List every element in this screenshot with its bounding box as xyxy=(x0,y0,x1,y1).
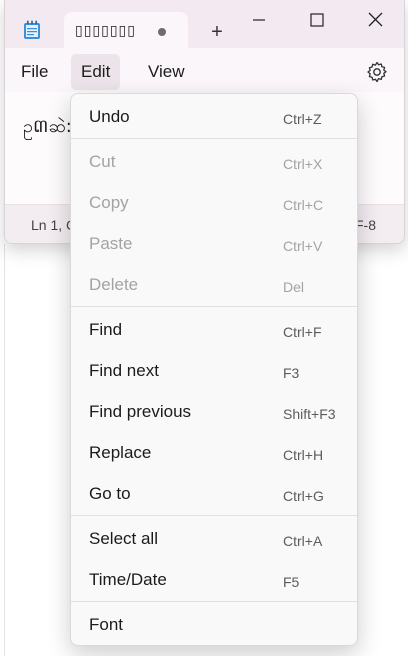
title-bar[interactable]: ▯▯▯▯▯▯▯ + xyxy=(5,0,404,50)
menu-item-font[interactable]: Font xyxy=(71,608,357,644)
encoding-indicator[interactable]: F-8 xyxy=(355,217,376,233)
menu-item-select-all[interactable]: Select all Ctrl+A xyxy=(71,522,357,558)
menu-bar: File Edit View xyxy=(5,50,404,92)
settings-gear-icon[interactable] xyxy=(365,60,389,84)
menu-item-find[interactable]: Find Ctrl+F xyxy=(71,313,357,349)
menu-item-replace[interactable]: Replace Ctrl+H xyxy=(71,436,357,472)
maximize-icon[interactable] xyxy=(295,8,339,32)
menu-item-shortcut: Ctrl+H xyxy=(283,447,324,463)
edit-menu-dropdown: Undo Ctrl+Z Cut Ctrl+X Copy Ctrl+C Paste… xyxy=(70,93,358,646)
menu-file[interactable]: File xyxy=(11,54,58,90)
menu-separator xyxy=(71,515,357,516)
menu-item-label: Paste xyxy=(89,234,133,253)
menu-item-paste[interactable]: Paste Ctrl+V xyxy=(71,227,357,263)
editor-content[interactable]: ဥ៣ဆဲ: xyxy=(23,114,72,141)
menu-item-label: Copy xyxy=(89,193,129,212)
minimize-icon[interactable] xyxy=(237,8,281,32)
menu-item-shortcut: Ctrl+Z xyxy=(283,111,322,127)
menu-item-delete[interactable]: Delete Del xyxy=(71,268,357,304)
menu-item-shortcut: Ctrl+X xyxy=(283,156,323,172)
menu-item-shortcut: Ctrl+V xyxy=(283,238,323,254)
menu-item-cut[interactable]: Cut Ctrl+X xyxy=(71,145,357,181)
menu-separator xyxy=(71,306,357,307)
menu-item-shortcut: Ctrl+F xyxy=(283,324,322,340)
tab-title: ▯▯▯▯▯▯▯ xyxy=(75,22,136,38)
menu-item-label: Time/Date xyxy=(89,570,167,589)
menu-item-find-previous[interactable]: Find previous Shift+F3 xyxy=(71,395,357,431)
menu-view[interactable]: View xyxy=(138,54,195,90)
menu-item-shortcut: Ctrl+C xyxy=(283,197,324,213)
unsaved-indicator-icon[interactable] xyxy=(158,28,166,36)
menu-item-label: Replace xyxy=(89,443,152,462)
background-divider xyxy=(4,244,5,656)
notepad-app-icon xyxy=(24,20,40,39)
menu-separator xyxy=(71,138,357,139)
new-tab-button[interactable]: + xyxy=(203,18,231,46)
menu-item-time-date[interactable]: Time/Date F5 xyxy=(71,563,357,599)
close-icon[interactable] xyxy=(353,8,397,32)
menu-item-shortcut: Del xyxy=(283,279,305,295)
menu-item-shortcut: Shift+F3 xyxy=(283,406,336,422)
document-tab[interactable]: ▯▯▯▯▯▯▯ xyxy=(64,12,188,50)
menu-item-label: Find previous xyxy=(89,402,192,421)
menu-item-label: Find next xyxy=(89,361,159,380)
menu-item-label: Delete xyxy=(89,275,139,294)
menu-item-label: Select all xyxy=(89,529,158,548)
menu-item-shortcut: Ctrl+G xyxy=(283,488,324,504)
menu-item-label: Find xyxy=(89,320,123,339)
menu-item-label: Cut xyxy=(89,152,116,171)
menu-item-find-next[interactable]: Find next F3 xyxy=(71,354,357,390)
menu-edit[interactable]: Edit xyxy=(71,54,121,90)
menu-separator xyxy=(71,601,357,602)
menu-item-shortcut: F3 xyxy=(283,365,300,381)
menu-item-shortcut: Ctrl+A xyxy=(283,533,323,549)
menu-item-go-to[interactable]: Go to Ctrl+G xyxy=(71,477,357,513)
menu-item-undo[interactable]: Undo Ctrl+Z xyxy=(71,100,357,136)
menu-item-label: Go to xyxy=(89,484,131,503)
menu-item-copy[interactable]: Copy Ctrl+C xyxy=(71,186,357,222)
menu-item-label: Undo xyxy=(89,107,130,126)
menu-item-shortcut: F5 xyxy=(283,574,300,590)
menu-item-label: Font xyxy=(89,615,124,634)
